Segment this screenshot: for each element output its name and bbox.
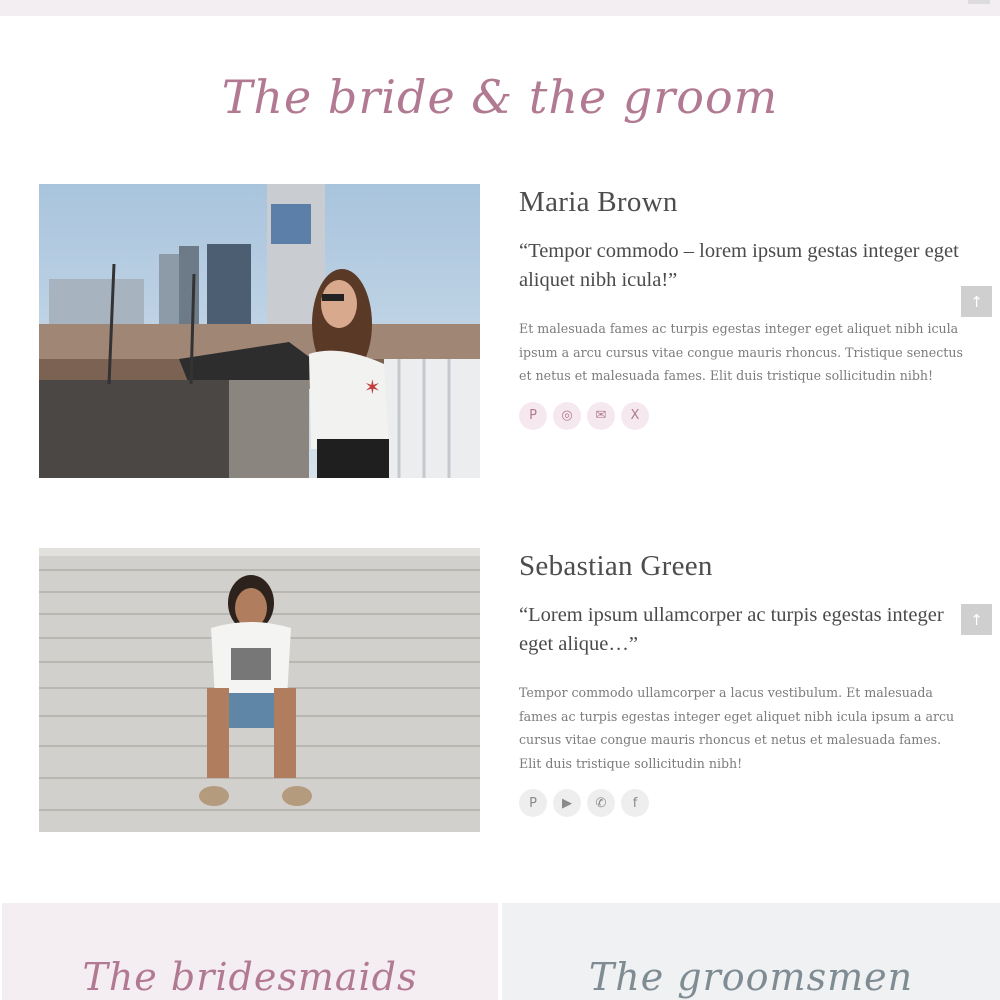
groom-social-links: P ▶ ✆ f: [519, 789, 964, 817]
groom-name: Sebastian Green: [519, 550, 713, 582]
groom-info: Sebastian Green “Lorem ipsum ullamcorper…: [519, 550, 964, 817]
x-twitter-icon[interactable]: X: [621, 401, 649, 430]
groom-photo: [39, 548, 480, 832]
whatsapp-icon[interactable]: ✆: [587, 789, 615, 817]
top-bar: [0, 0, 1000, 16]
back-to-top-button[interactable]: ↑: [961, 286, 992, 317]
top-bar-notch: [968, 0, 990, 4]
groom-description: Tempor commodo ullamcorper a lacus vesti…: [519, 685, 955, 771]
bride-name: Maria Brown: [519, 186, 678, 218]
bride-quote: “Tempor commodo – lorem ipsum gestas int…: [519, 240, 959, 291]
pinterest-icon[interactable]: P: [519, 789, 547, 817]
groomsmen-panel: The groomsmen: [502, 903, 1000, 1000]
svg-text:✶: ✶: [364, 375, 381, 399]
bride-info: Maria Brown “Tempor commodo – lorem ipsu…: [519, 186, 964, 430]
bride-social-links: P ◎ ✉ X: [519, 401, 964, 430]
back-to-top-button[interactable]: ↑: [961, 604, 992, 635]
bridesmaids-panel: The bridesmaids: [2, 903, 498, 1000]
instagram-icon[interactable]: ◎: [553, 401, 581, 430]
bride-description: Et malesuada fames ac turpis egestas int…: [519, 321, 963, 383]
groom-quote: “Lorem ipsum ullamcorper ac turpis egest…: [519, 604, 944, 655]
bridesmaids-title: The bridesmaids: [82, 955, 418, 999]
groomsmen-title: The groomsmen: [588, 955, 914, 999]
bride-photo: ✶: [39, 184, 480, 478]
facebook-icon[interactable]: f: [621, 789, 649, 817]
section-title: The bride & the groom: [221, 70, 779, 124]
pinterest-icon[interactable]: P: [519, 401, 547, 430]
youtube-icon[interactable]: ▶: [553, 789, 581, 817]
email-icon[interactable]: ✉: [587, 401, 615, 430]
